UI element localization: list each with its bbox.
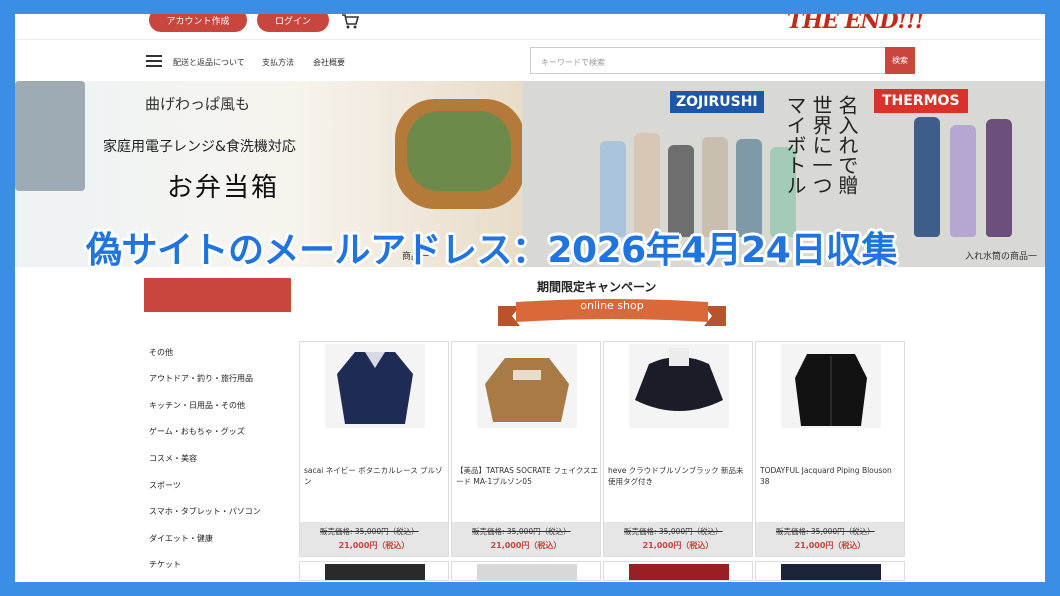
search-input[interactable]: キーワードで検索	[530, 47, 886, 74]
banner-headline: お弁当箱	[167, 173, 280, 203]
sale-price: 21,000円（税込）	[490, 541, 562, 550]
cart-icon[interactable]	[341, 14, 359, 30]
sidebar-item-cosmetics[interactable]: コスメ・美容	[149, 453, 197, 464]
product-name: sacai ネイビー ボタニカルレース ブルゾン	[304, 466, 443, 486]
product-card[interactable]	[755, 561, 905, 581]
product-image	[629, 344, 729, 428]
product-image	[325, 344, 425, 428]
hamburger-menu-icon[interactable]	[146, 55, 162, 67]
nav-link-shipping-returns[interactable]: 配送と返品について	[173, 57, 245, 68]
sidebar-item-sports[interactable]: スポーツ	[149, 480, 181, 491]
product-name: TODAYFUL Jacquard Piping Blouson 38	[760, 466, 892, 486]
screenshot-frame: アカウント作成 ログイン THE END!!! 配送と返品について 支払方法 会…	[15, 14, 1045, 582]
sidebar-item-smartphone[interactable]: スマホ・タブレット・パソコン	[149, 506, 261, 517]
bento-food-image	[407, 111, 511, 191]
product-image	[477, 564, 577, 580]
sale-price: 21,000円（税込）	[794, 541, 866, 550]
product-image	[325, 564, 425, 580]
navigation-bar: 配送と返品について 支払方法 会社概要 キーワードで検索 検索	[15, 40, 1045, 82]
banner-subtitle: 曲げわっぱ風も	[145, 95, 251, 113]
original-price: 販売価格: 35,000円（税込）	[472, 527, 571, 536]
product-image	[781, 344, 881, 428]
product-name: heve クラウドブルゾンブラック 新品未使用タグ付き	[608, 466, 744, 486]
overlay-headline: 偽サイトのメールアドレス：2026年4月24日収集	[86, 230, 897, 271]
brand-logo[interactable]: THE END!!!	[787, 14, 925, 34]
sidebar-item-other[interactable]: その他	[149, 347, 173, 358]
product-card[interactable]: TODAYFUL Jacquard Piping Blouson 38 販売価格…	[755, 341, 905, 557]
banner-description: 家庭用電子レンジ&食洗機対応	[103, 139, 296, 155]
create-account-button[interactable]: アカウント作成	[149, 14, 247, 32]
product-card[interactable]: 【美品】TATRAS SOCRATE フェイクスエード MA-1ブルゾン05 販…	[451, 341, 601, 557]
product-card[interactable]	[451, 561, 601, 581]
lunchbox-photo	[15, 81, 85, 191]
product-card[interactable]	[603, 561, 753, 581]
product-card[interactable]	[299, 561, 449, 581]
top-header: アカウント作成 ログイン THE END!!!	[15, 14, 1045, 40]
product-card[interactable]: sacai ネイビー ボタニカルレース ブルゾン 販売価格: 35,000円（税…	[299, 341, 449, 557]
original-price: 販売価格: 35,000円（税込）	[624, 527, 723, 536]
nav-link-payment[interactable]: 支払方法	[262, 57, 294, 68]
product-image	[781, 564, 881, 580]
ribbon-label: online shop	[580, 299, 644, 312]
nav-link-company[interactable]: 会社概要	[313, 57, 345, 68]
original-price: 販売価格: 35,000円（税込）	[320, 527, 419, 536]
sidebar-item-diet[interactable]: ダイエット・健康	[149, 533, 213, 544]
original-price: 販売価格: 35,000円（税込）	[776, 527, 875, 536]
sale-price: 21,000円（税込）	[642, 541, 714, 550]
product-image	[477, 344, 577, 428]
sidebar-item-tickets[interactable]: チケット	[149, 559, 181, 570]
product-image	[629, 564, 729, 580]
sidebar-item-kitchen[interactable]: キッチン・日用品・その他	[149, 400, 245, 411]
thermos-logo: THERMOS	[874, 89, 968, 113]
product-card[interactable]: heve クラウドブルゾンブラック 新品未使用タグ付き 販売価格: 35,000…	[603, 341, 753, 557]
product-name: 【美品】TATRAS SOCRATE フェイクスエード MA-1ブルゾン05	[456, 466, 598, 486]
sidebar-item-games[interactable]: ゲーム・おもちゃ・グッズ	[149, 426, 245, 437]
banner-vertical-text: 世界に一つ	[809, 95, 833, 195]
banner-vertical-text: 名入れで贈	[835, 95, 859, 195]
banner-vertical-text: マイボトル	[783, 95, 807, 195]
sale-price: 21,000円（税込）	[338, 541, 410, 550]
login-button[interactable]: ログイン	[257, 14, 329, 32]
search-button[interactable]: 検索	[885, 47, 915, 74]
zojirushi-logo: ZOJIRUSHI	[670, 91, 764, 113]
sidebar-item-outdoor[interactable]: アウトドア・釣り・旅行用品	[149, 373, 253, 384]
